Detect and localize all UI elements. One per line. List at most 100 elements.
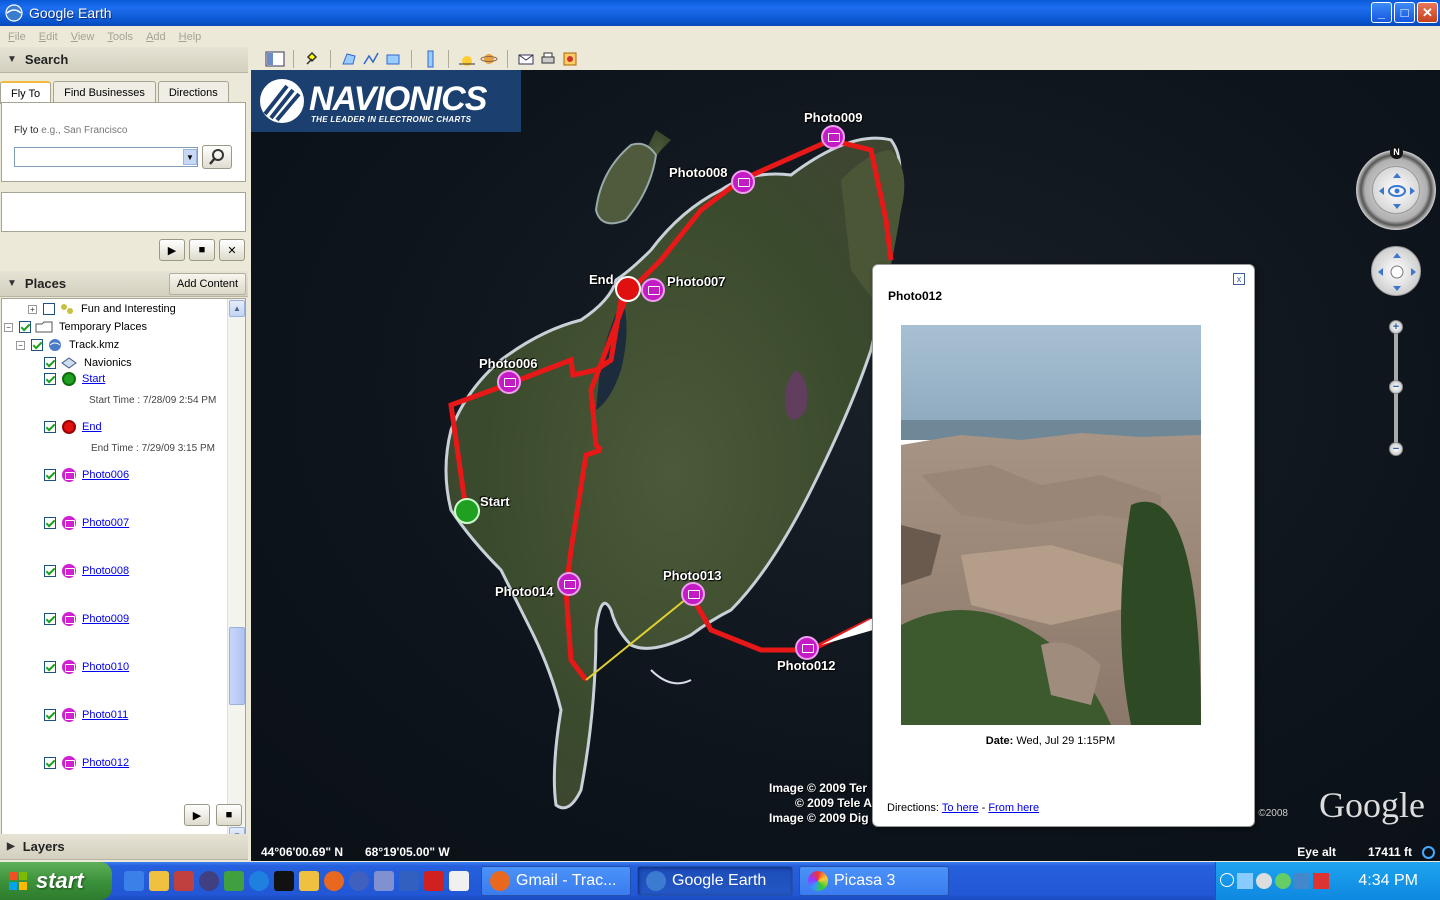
checkbox[interactable] [44,421,56,433]
checkbox[interactable] [44,469,56,481]
sidebar-toggle-button[interactable] [264,49,286,69]
expand-icon[interactable]: + [28,304,37,314]
sunlight-button[interactable] [456,49,478,69]
warning-icon[interactable] [274,871,294,891]
collapse-icon[interactable]: − [16,340,25,350]
security-icon[interactable] [1294,873,1310,889]
photo-link[interactable]: Photo007 [82,517,129,529]
start-link[interactable]: Start [82,373,105,385]
email-button[interactable] [515,49,537,69]
checkbox[interactable] [44,357,56,369]
task-gmail[interactable]: Gmail - Trac... [481,866,631,896]
chevron-down-icon[interactable]: ▼ [183,149,197,165]
menu-file[interactable]: File [8,31,26,43]
globe-icon[interactable] [349,871,369,891]
windows-icon[interactable] [374,871,394,891]
to-here-link[interactable]: To here [942,802,979,814]
list-item[interactable]: Navionics [44,355,132,371]
checkbox[interactable] [44,565,56,577]
collapse-icon[interactable]: − [4,322,13,332]
photo-link[interactable]: Photo008 [82,565,129,577]
internet-explorer-icon[interactable] [249,871,269,891]
close-button[interactable]: ✕ [1417,2,1438,23]
start-button[interactable]: start [0,862,112,900]
photo008-label[interactable]: Photo008 [669,165,728,180]
network-tray-icon[interactable] [1237,873,1253,889]
compass-ring[interactable]: N [1356,146,1436,230]
menu-help[interactable]: Help [179,31,202,43]
network-icon[interactable] [399,871,419,891]
desktop-icon[interactable] [124,871,144,891]
checkbox[interactable] [44,373,56,385]
look-joystick[interactable] [1372,166,1420,214]
checkbox[interactable] [44,661,56,673]
system-clock[interactable]: 4:34 PM [1358,872,1418,890]
photo012-pin[interactable] [795,636,819,660]
view-in-maps-button[interactable] [559,49,581,69]
end-label[interactable]: End [589,272,614,287]
tab-directions[interactable]: Directions [157,81,229,103]
photo013-pin[interactable] [681,582,705,606]
notes-icon[interactable] [299,871,319,891]
tray-expand-icon[interactable] [1220,873,1234,887]
photo-link[interactable]: Photo009 [82,613,129,625]
firefox-icon[interactable] [324,871,344,891]
photo013-label[interactable]: Photo013 [663,568,722,583]
print-button[interactable] [537,49,559,69]
menu-add[interactable]: Add [146,31,166,43]
list-item[interactable]: Photo006 [44,467,129,483]
search-panel-header[interactable]: ▼ Search [0,47,248,73]
minimize-button[interactable]: _ [1371,2,1392,23]
tools-icon[interactable] [174,871,194,891]
photo014-label[interactable]: Photo014 [495,584,554,599]
menu-view[interactable]: View [71,31,95,43]
photo006-pin[interactable] [497,370,521,394]
zoom-slider[interactable]: + − − [1389,320,1403,460]
list-item[interactable]: Photo010 [44,659,129,675]
checkbox[interactable] [44,709,56,721]
list-item[interactable]: Photo011 [44,707,128,723]
app-tray-icon[interactable] [1275,873,1291,889]
planet-button[interactable] [478,49,500,69]
image-overlay-button[interactable] [382,49,404,69]
list-item[interactable]: + Fun and Interesting [28,301,176,317]
search-button[interactable] [202,145,232,169]
north-indicator[interactable]: N [1390,146,1403,159]
photo012-label[interactable]: Photo012 [777,658,836,673]
photo-link[interactable]: Photo012 [82,757,129,769]
places-scrollbar[interactable]: ▲ ▼ [227,299,245,845]
placemark-button[interactable] [301,49,323,69]
volume-icon[interactable] [1256,873,1272,889]
map-view[interactable]: NAVIONICS THE LEADER IN ELECTRONIC CHART… [251,70,1440,861]
scroll-up-icon[interactable]: ▲ [229,300,245,317]
photo009-label[interactable]: Photo009 [804,110,863,125]
photo014-pin[interactable] [557,572,581,596]
flyto-input[interactable] [14,147,198,167]
checkbox[interactable] [44,517,56,529]
zoom-in-button[interactable]: + [1389,320,1403,334]
clear-search-button[interactable]: ✕ [219,239,245,261]
list-item[interactable]: − Track.kmz [16,337,119,353]
menu-tools[interactable]: Tools [107,31,133,43]
photo-link[interactable]: Photo006 [82,469,129,481]
list-item[interactable]: Photo007 [44,515,129,531]
photo-link[interactable]: Photo010 [82,661,129,673]
photo008-pin[interactable] [731,170,755,194]
task-google-earth[interactable]: Google Earth [637,866,793,896]
move-joystick[interactable] [1371,246,1421,296]
checkbox[interactable] [43,303,55,315]
start-pin[interactable] [454,498,480,524]
app-icon[interactable] [224,871,244,891]
photo007-pin[interactable] [641,278,665,302]
list-item[interactable]: − Temporary Places [4,319,147,335]
maximize-button[interactable]: □ [1394,2,1415,23]
play-tour-button[interactable]: ▶ [184,804,210,826]
task-picasa[interactable]: Picasa 3 [799,866,949,896]
alert-icon[interactable] [1313,873,1329,889]
scroll-thumb[interactable] [229,627,245,705]
photo009-pin[interactable] [821,125,845,149]
layers-panel-header[interactable]: ▶ Layers [0,834,248,860]
photo-link[interactable]: Photo011 [82,709,128,721]
gmail-icon[interactable] [424,871,444,891]
checkbox[interactable] [44,757,56,769]
